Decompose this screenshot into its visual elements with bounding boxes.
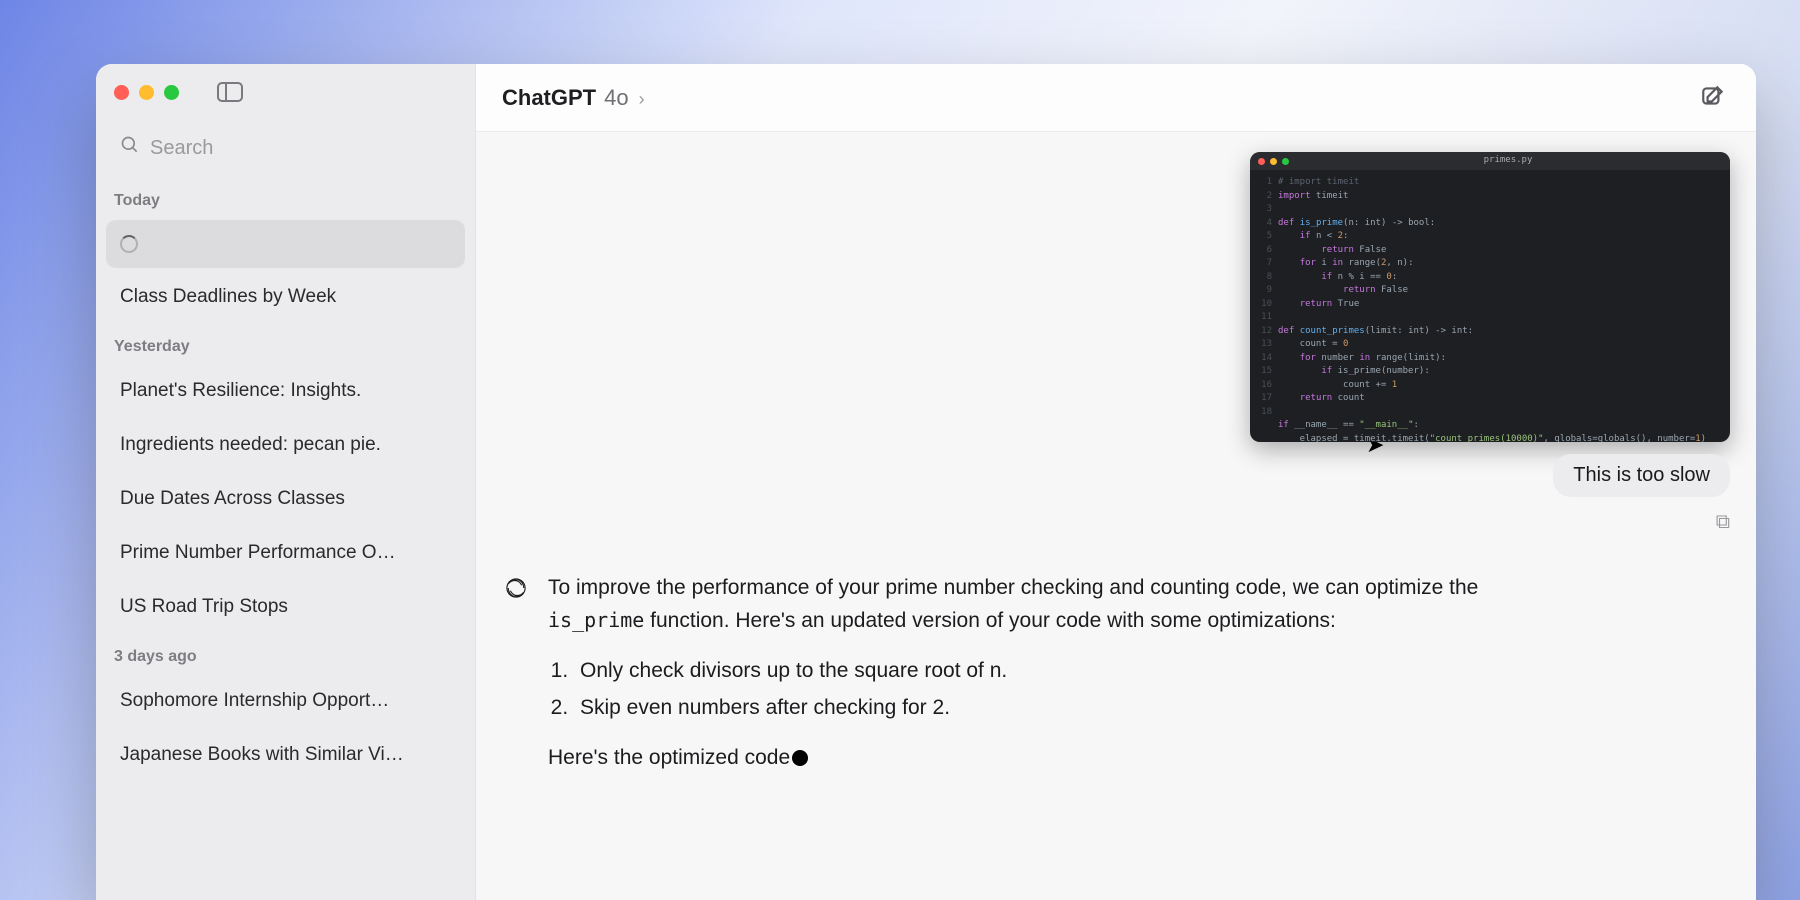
- user-message-bubble: This is too slow: [1553, 454, 1730, 497]
- conversation-item[interactable]: Planet's Resilience: Insights.: [106, 366, 465, 416]
- model-label: 4o: [604, 85, 628, 111]
- assistant-para1-a: To improve the performance of your prime…: [548, 576, 1478, 599]
- list-item: Skip even numbers after checking for 2.: [574, 692, 1568, 725]
- new-chat-button[interactable]: [1700, 83, 1730, 113]
- search-icon: [120, 135, 140, 161]
- chevron-right-icon: ›: [639, 89, 645, 110]
- conversation-item[interactable]: Ingredients needed: pecan pie.: [106, 420, 465, 470]
- toggle-sidebar-icon[interactable]: [217, 82, 243, 102]
- sidebar: Today Class Deadlines by Week Yesterday …: [96, 64, 476, 900]
- code-screenshot-attachment[interactable]: primes.py # import timeit import timeit …: [1250, 152, 1730, 442]
- brand-label: ChatGPT: [502, 85, 596, 111]
- copy-message-button[interactable]: ⧉: [1716, 511, 1730, 534]
- code-thumb-title: primes.py: [1484, 154, 1533, 168]
- conversation-item[interactable]: Due Dates Across Classes: [106, 474, 465, 524]
- assistant-message-block: To improve the performance of your prime…: [502, 572, 1730, 793]
- search-input[interactable]: [150, 137, 451, 160]
- conversation-item[interactable]: US Road Trip Stops: [106, 582, 465, 632]
- conversation-item[interactable]: Japanese Books with Similar Vi…: [106, 730, 465, 780]
- conversation-item[interactable]: Sophomore Internship Opport…: [106, 676, 465, 726]
- sidebar-section-label: Yesterday: [96, 324, 475, 364]
- zoom-window-button[interactable]: [164, 85, 179, 100]
- conversation-item[interactable]: Class Deadlines by Week: [106, 272, 465, 322]
- inline-code: is_prime: [548, 608, 644, 632]
- model-picker[interactable]: ChatGPT 4o ›: [502, 85, 645, 111]
- assistant-para1-b: function. Here's an updated version of y…: [644, 609, 1336, 632]
- close-window-button[interactable]: [114, 85, 129, 100]
- user-message-text: This is too slow: [1573, 464, 1710, 486]
- window-titlebar: [96, 64, 475, 120]
- compose-icon: [1700, 96, 1726, 113]
- streaming-cursor-icon: [792, 750, 808, 766]
- main-header: ChatGPT 4o ›: [476, 64, 1756, 132]
- loading-spinner-icon: [120, 235, 138, 253]
- conversation-item[interactable]: Prime Number Performance O…: [106, 528, 465, 578]
- user-message-block: primes.py # import timeit import timeit …: [1250, 152, 1730, 534]
- sidebar-section-label: 3 days ago: [96, 634, 475, 674]
- minimize-window-button[interactable]: [139, 85, 154, 100]
- window-controls: [114, 85, 179, 100]
- conversation-item-loading[interactable]: [106, 220, 465, 268]
- copy-icon: ⧉: [1716, 511, 1730, 533]
- main-pane: ChatGPT 4o › ➤ primes.py # import timeit…: [476, 64, 1756, 900]
- assistant-avatar-icon: [502, 574, 530, 602]
- assistant-bullet-list: Only check divisors up to the square roo…: [574, 655, 1568, 724]
- list-item: Only check divisors up to the square roo…: [574, 655, 1568, 688]
- chat-body: ➤ primes.py # import timeit import timei…: [476, 132, 1756, 900]
- assistant-para2: Here's the optimized code: [548, 746, 790, 769]
- sidebar-section-label: Today: [96, 178, 475, 218]
- search-field[interactable]: [108, 126, 463, 170]
- app-window: Today Class Deadlines by Week Yesterday …: [96, 64, 1756, 900]
- assistant-message-text: To improve the performance of your prime…: [548, 572, 1568, 793]
